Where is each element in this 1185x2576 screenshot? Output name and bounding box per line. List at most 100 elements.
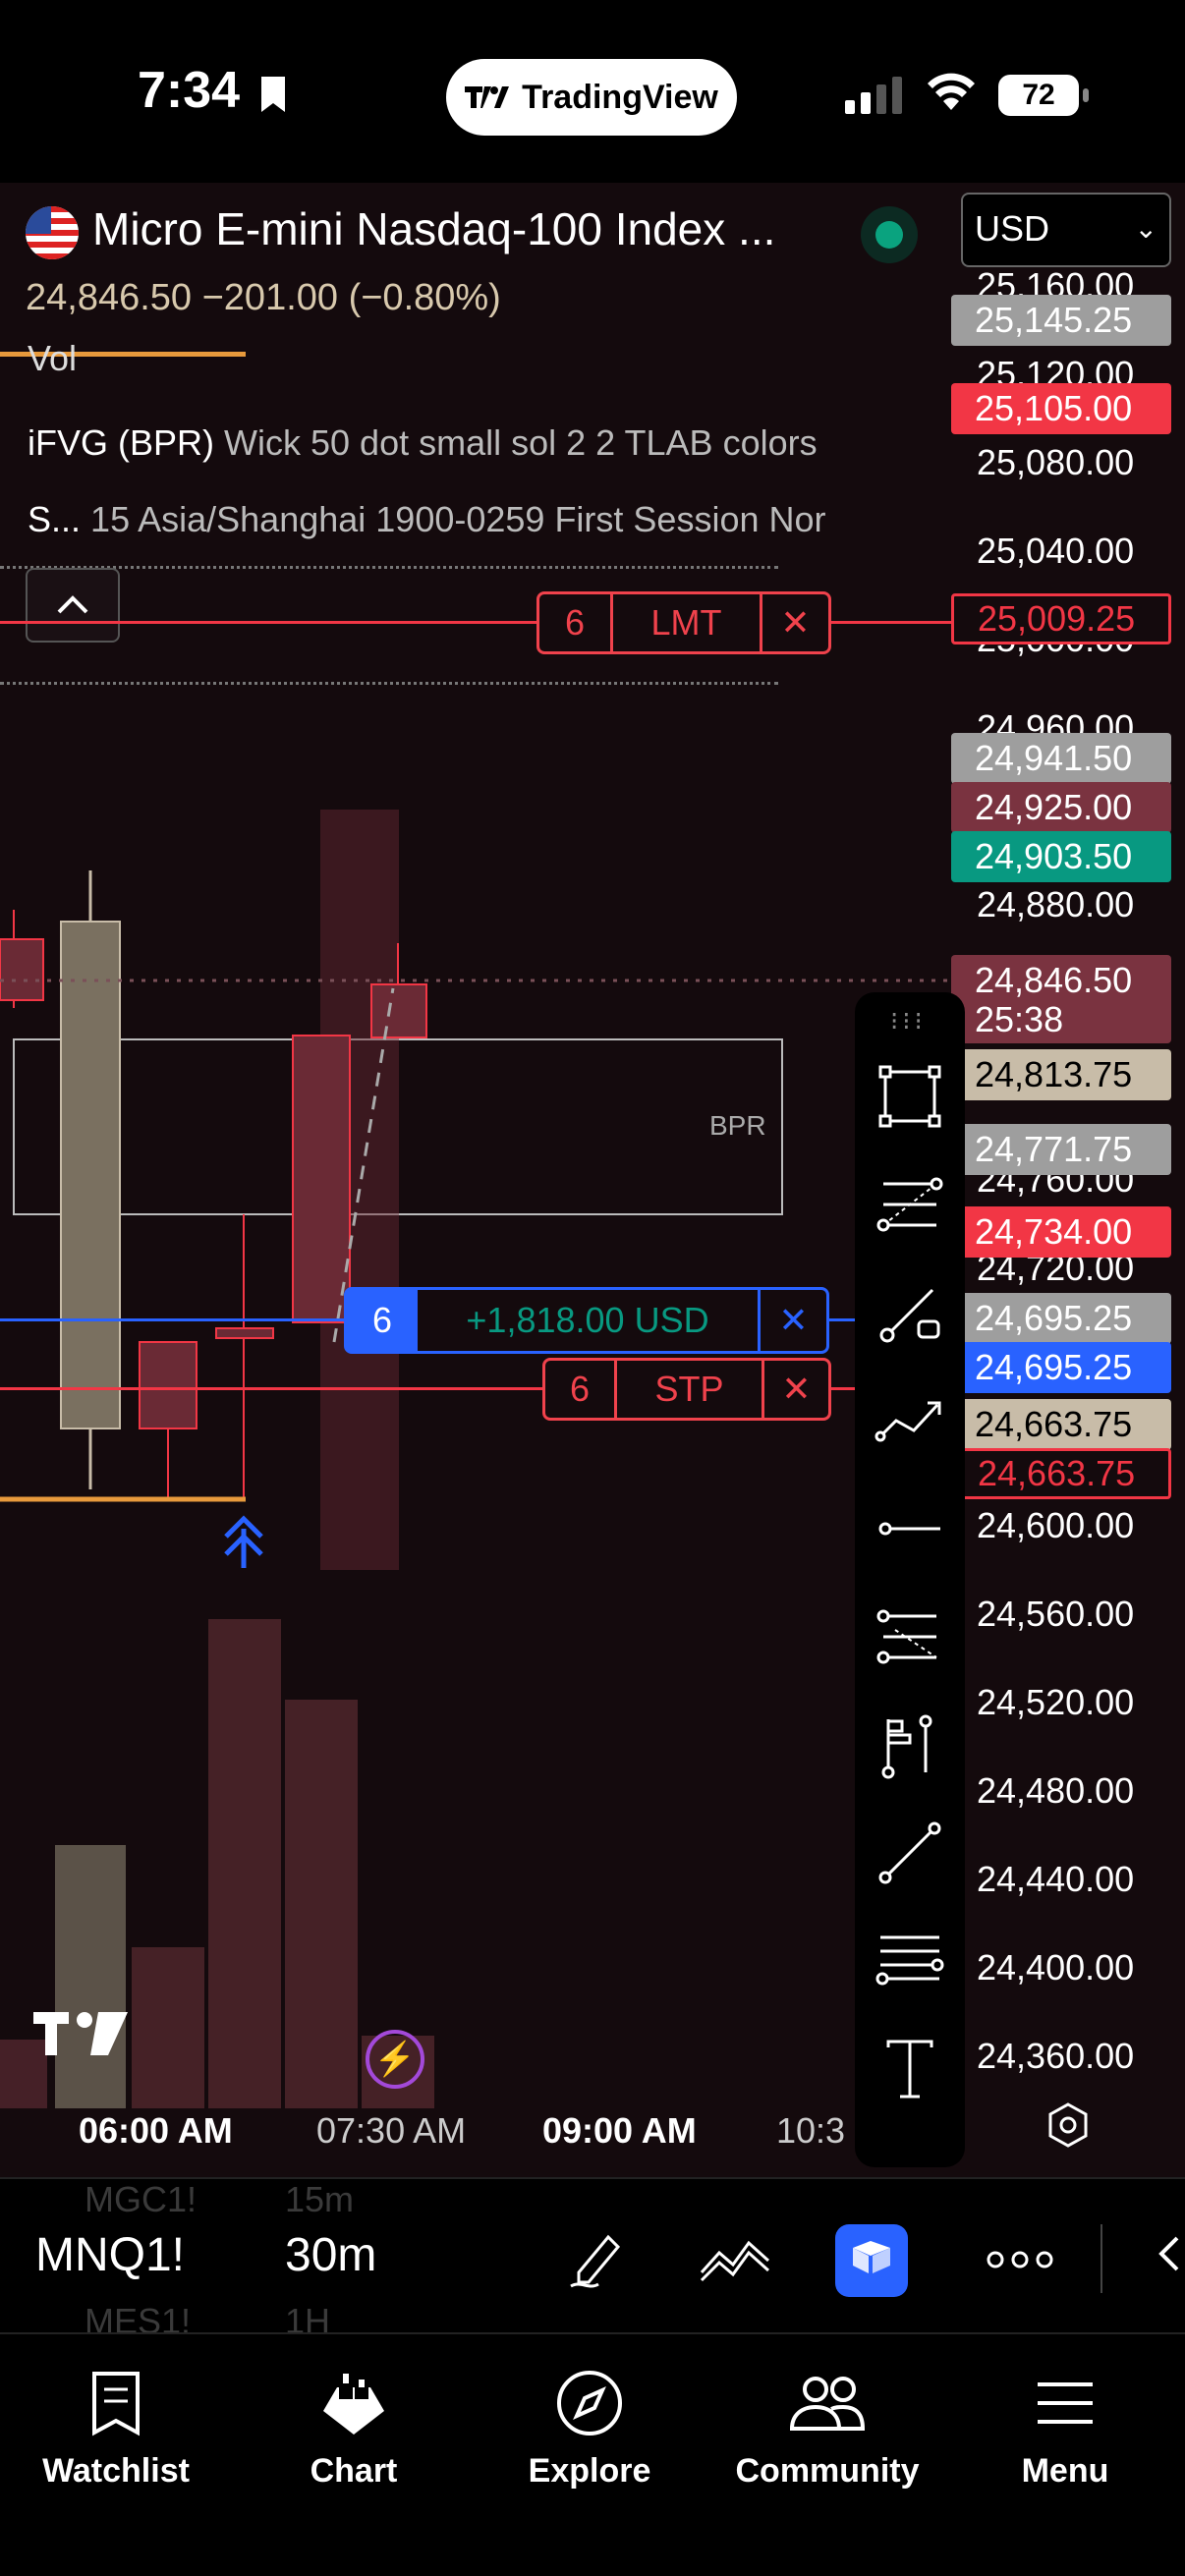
rectangle-tool-icon[interactable] <box>875 1061 945 1132</box>
volume-bar <box>285 1700 358 2108</box>
collapse-toolbar-button[interactable] <box>1156 2234 1179 2278</box>
tab-explore[interactable]: Explore <box>491 2364 688 2491</box>
price-chart-canvas[interactable] <box>0 183 951 2108</box>
symbol-title[interactable]: Micro E-mini Nasdaq-100 Index ... <box>92 202 775 255</box>
indicator-ifvg-name: iFVG (BPR) <box>28 422 215 463</box>
fib-retracement-icon[interactable] <box>875 1169 945 1240</box>
tab-community[interactable]: Community <box>729 2364 926 2491</box>
trading-panel-button[interactable] <box>835 2224 908 2297</box>
more-options-button[interactable] <box>979 2218 1061 2301</box>
indicator-ifvg[interactable]: iFVG (BPR) Wick 50 dot small sol 2 2 TLA… <box>28 422 818 464</box>
price-label-stop-order: 24,663.75 <box>951 1448 1171 1499</box>
volume-bar <box>208 1619 281 2108</box>
indicator-session[interactable]: S... 15 Asia/Shanghai 1900-0259 First Se… <box>28 499 937 540</box>
text-tool-icon[interactable] <box>875 2034 945 2104</box>
drawing-pen-button[interactable] <box>556 2218 639 2301</box>
more-horizontal-icon <box>987 2251 1053 2268</box>
time-tick: 09:00 AM <box>542 2110 697 2151</box>
limit-order-type[interactable]: LMT <box>610 594 760 651</box>
market-status-icon[interactable] <box>861 206 918 263</box>
wifi-icon <box>928 73 975 110</box>
line-tool-icon[interactable] <box>875 1818 945 1888</box>
price-tick: 24,880.00 <box>977 884 1135 924</box>
price-tick: 24,360.00 <box>977 2036 1135 2076</box>
path-tool-icon[interactable] <box>875 1385 945 1456</box>
battery-indicator: 72 <box>998 75 1089 116</box>
time-tick: 06:00 AM <box>79 2110 233 2151</box>
price-label: 24,695.25 <box>951 1293 1171 1344</box>
stop-order-tag[interactable]: 6 STP ✕ <box>542 1358 831 1421</box>
trend-line-icon[interactable] <box>875 1277 945 1348</box>
candle <box>370 983 427 1038</box>
tab-chart[interactable]: Chart <box>255 2364 452 2491</box>
dotted-separator <box>0 682 778 685</box>
pitchfork-icon[interactable] <box>875 1601 945 1672</box>
indicator-ifvg-params: Wick 50 dot small sol 2 2 TLAB colors <box>224 422 818 463</box>
limit-order-qty[interactable]: 6 <box>539 594 610 651</box>
trading-panel-icon <box>853 2241 890 2273</box>
volume-legend[interactable]: Vol <box>28 338 77 379</box>
dotted-separator <box>0 566 778 569</box>
interval-selector[interactable]: 30m <box>285 2228 376 2282</box>
time-tick: 10:3 <box>776 2110 846 2151</box>
parallel-channel-icon[interactable] <box>875 1926 945 1996</box>
chart-area[interactable]: Micro E-mini Nasdaq-100 Index ... USD ⌄ … <box>0 183 1185 2177</box>
price-label-limit-order: 25,009.25 <box>951 593 1171 644</box>
close-icon[interactable]: ✕ <box>758 1290 826 1351</box>
indicator-session-params: 15 Asia/Shanghai 1900-0259 First Session… <box>90 499 826 539</box>
indicators-icon <box>700 2240 770 2282</box>
tab-menu[interactable]: Menu <box>967 2364 1163 2491</box>
app-pill[interactable]: TradingView <box>446 59 737 136</box>
app-pill-label: TradingView <box>522 78 718 116</box>
close-icon[interactable]: ✕ <box>762 1361 828 1418</box>
indicators-button[interactable] <box>694 2218 776 2301</box>
symbol-bar[interactable]: MGC1! 15m MES1! 1H MNQ1! 30m <box>0 2177 1185 2341</box>
candle <box>215 1327 274 1339</box>
signal-icon <box>845 77 902 114</box>
stop-order-type[interactable]: STP <box>614 1361 762 1418</box>
position-qty[interactable]: 6 <box>347 1290 418 1351</box>
price-tick: 24,520.00 <box>977 1682 1135 1722</box>
candle <box>139 1341 198 1429</box>
price-tick: 24,440.00 <box>977 1859 1135 1899</box>
volume-bar <box>55 1845 126 2108</box>
bar-countdown: 25:38 <box>951 998 1171 1043</box>
drag-handle-icon[interactable]: ⁝⁝⁝ <box>890 1006 927 1036</box>
drawing-toolbar[interactable]: ⁝⁝⁝ <box>855 992 965 2167</box>
price-tick: 24,560.00 <box>977 1594 1135 1634</box>
tab-label: Menu <box>1021 2452 1109 2490</box>
time-tick: 07:30 AM <box>316 2110 467 2151</box>
status-bar: 7:34 TradingView 72 <box>0 0 1185 183</box>
ghost-interval: 15m <box>285 2179 355 2219</box>
tab-label: Chart <box>310 2452 398 2490</box>
position-tag[interactable]: 6 +1,818.00 USD ✕ <box>344 1287 829 1354</box>
collapse-legend-button[interactable] <box>26 568 120 643</box>
indicator-session-name: S... <box>28 499 82 539</box>
stop-order-qty[interactable]: 6 <box>545 1361 614 1418</box>
compass-icon <box>557 2371 622 2436</box>
horizontal-ray-icon[interactable] <box>875 1493 945 1564</box>
price-label: 24,771.75 <box>951 1124 1171 1175</box>
long-short-position-icon[interactable] <box>875 1709 945 1780</box>
watchlist-icon <box>92 2372 140 2436</box>
limit-order-tag[interactable]: 6 LMT ✕ <box>536 591 831 654</box>
price-change: 24,846.50 −201.00 (−0.80%) <box>26 277 501 318</box>
tab-bar[interactable]: Watchlist Chart Explore Community Menu <box>0 2332 1185 2576</box>
tab-watchlist[interactable]: Watchlist <box>18 2364 214 2491</box>
price-label: 24,925.00 <box>951 782 1171 833</box>
price-label: 24,813.75 <box>951 1049 1171 1100</box>
price-tick: 24,600.00 <box>977 1505 1135 1545</box>
chart-icon <box>323 2374 384 2435</box>
pen-icon <box>570 2234 621 2288</box>
symbol-selector[interactable]: MNQ1! <box>35 2228 185 2282</box>
position-pnl[interactable]: +1,818.00 USD <box>418 1290 758 1351</box>
close-icon[interactable]: ✕ <box>760 594 828 651</box>
price-label: 24,663.75 <box>951 1399 1171 1450</box>
chart-settings-icon[interactable] <box>1042 2099 1095 2152</box>
price-label: 25,145.25 <box>951 295 1171 346</box>
chevron-up-icon <box>57 595 88 614</box>
volume-bar <box>132 1947 204 2108</box>
flash-icon[interactable]: ⚡ <box>366 2030 424 2089</box>
tab-label: Community <box>735 2452 920 2490</box>
tab-label: Explore <box>528 2452 651 2490</box>
